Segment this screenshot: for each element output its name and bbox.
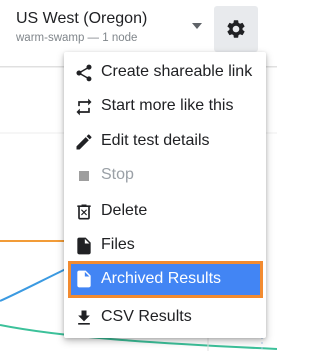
share-icon <box>76 64 92 82</box>
menu-item-edit-test-details[interactable]: Edit test details <box>64 124 266 159</box>
menu-item-label: Stop <box>101 166 134 183</box>
menu-item-label: Edit test details <box>101 132 210 149</box>
settings-menu: Create shareable link Start more like th… <box>64 52 266 338</box>
gear-icon <box>227 20 245 38</box>
menu-item-label: Create shareable link <box>101 63 253 80</box>
menu-item-delete[interactable]: Delete <box>64 194 266 229</box>
region-subtitle: warm-swamp — 1 node <box>16 32 138 44</box>
trash-icon <box>77 204 91 220</box>
chevron-down-icon <box>192 23 202 29</box>
settings-button[interactable] <box>214 6 258 52</box>
region-select[interactable]: US West (Oregon) warm-swamp — 1 node <box>16 8 202 52</box>
menu-item-create-shareable-link[interactable]: Create shareable link <box>64 55 266 90</box>
menu-item-stop[interactable]: Stop <box>64 158 266 193</box>
menu-item-archived-results[interactable]: Archived Results <box>68 261 263 298</box>
menu-item-label: Archived Results <box>101 270 222 287</box>
repeat-icon <box>76 98 92 116</box>
menu-item-csv-results[interactable]: CSV Results <box>64 300 266 335</box>
menu-item-start-more-like-this[interactable]: Start more like this <box>64 89 266 124</box>
file-icon <box>77 237 91 255</box>
menu-item-label: CSV Results <box>101 308 192 325</box>
menu-item-label: Start more like this <box>101 97 234 114</box>
menu-item-files[interactable]: Files <box>64 228 266 263</box>
menu-item-label: Files <box>101 236 135 253</box>
region-label: US West (Oregon) <box>16 10 148 27</box>
stop-icon <box>79 171 89 181</box>
menu-item-label: Delete <box>101 202 148 219</box>
download-icon <box>78 310 90 325</box>
series-line-blue <box>0 266 71 302</box>
file-icon <box>77 270 91 288</box>
pencil-icon <box>76 134 92 150</box>
